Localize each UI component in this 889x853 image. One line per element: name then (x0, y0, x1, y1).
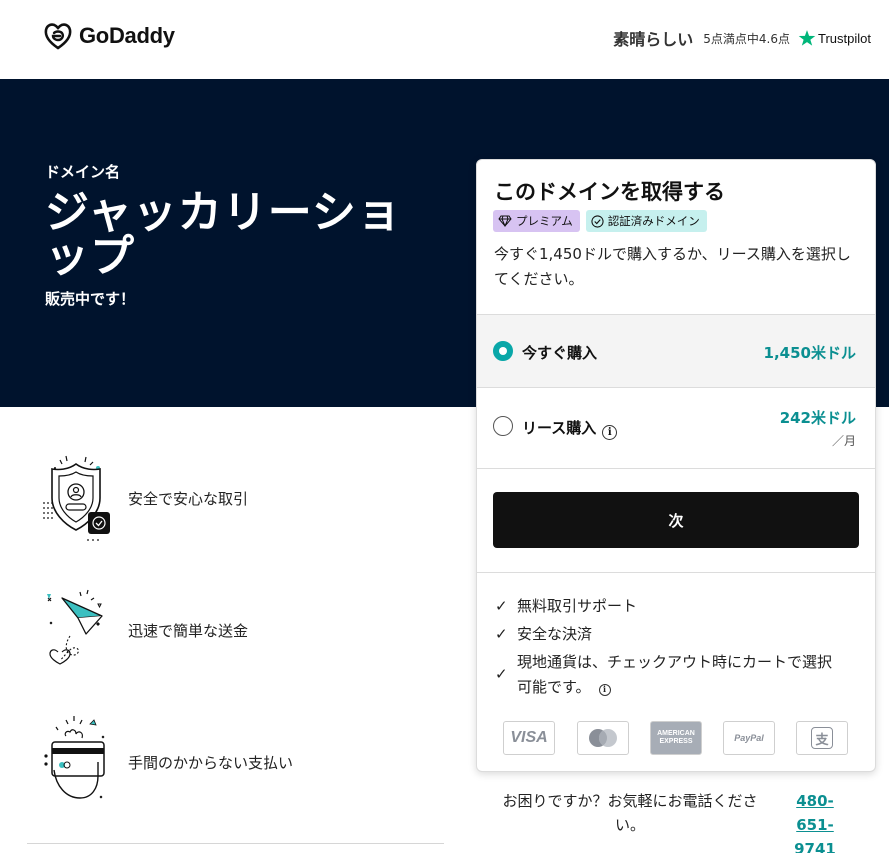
benefit-text: 現地通貨は、チェックアウト時にカートで選択可能です。 (517, 653, 833, 696)
mastercard-icon (589, 729, 617, 747)
lease-label-group: リース購入 i (522, 417, 618, 440)
benefit-text-group: 現地通貨は、チェックアウト時にカートで選択可能です。 i (517, 650, 845, 700)
check-icon: ✓ (495, 665, 508, 683)
phone-link[interactable]: 480-651-9741 (780, 789, 850, 853)
card-title: このドメインを取得する (494, 180, 725, 204)
feature-fast-transfer: 迅速で簡単な送金 (40, 580, 440, 680)
next-button[interactable]: 次 (493, 492, 859, 548)
verified-domain-badge: 認証済みドメイン (585, 210, 707, 232)
feature-easy-payment: 手間のかからない支払い (40, 712, 440, 812)
feature-text: 迅速で簡単な送金 (128, 621, 249, 640)
amex-text: AMERICAN EXPRESS (657, 730, 695, 746)
alipay-glyph: 支 (815, 732, 829, 748)
godaddy-logo[interactable]: GoDaddy (43, 22, 175, 50)
domain-name-title: ジャッカリーショップ (45, 187, 402, 282)
feature-secure-transaction: 安全で安心な取引 (40, 448, 440, 548)
amex-line1: AMERICAN (657, 730, 695, 737)
verified-badge-label: 認証済みドメイン (607, 214, 700, 228)
paper-plane-icon (47, 589, 103, 665)
check-icon: ✓ (495, 625, 508, 643)
feature-text: 手間のかからない支払い (128, 753, 294, 772)
card-description: 今すぐ1,450ドルで購入するか、リース購入を選択してください。 (494, 245, 851, 288)
check-icon: ✓ (495, 597, 508, 615)
divider (477, 572, 875, 573)
premium-badge-label: プレミアム (516, 214, 573, 228)
amex-line2: EXPRESS (659, 738, 693, 745)
paypal-text: PayPal (734, 733, 764, 743)
option-buy-now[interactable]: 今すぐ購入 1,450米ドル (477, 314, 875, 387)
alipay-icon: 支 (811, 727, 833, 749)
benefit-item: ✓ 安全な決済 (495, 622, 592, 647)
info-icon[interactable]: i (602, 425, 618, 440)
benefit-item: ✓ 現地通貨は、チェックアウト時にカートで選択可能です。 i (495, 650, 845, 700)
secure-shield-icon (43, 455, 110, 541)
benefit-text: 安全な決済 (517, 625, 593, 643)
feature-text: 安全で安心な取引 (128, 489, 249, 508)
trustpilot-star-icon (798, 30, 816, 46)
paypal-logo: PayPal (723, 721, 775, 755)
logo-text: GoDaddy (79, 23, 175, 48)
help-text: お困りですか？お気軽にお電話ください。 (502, 792, 758, 834)
sale-status: 販売中です！ (45, 290, 136, 308)
site-header: GoDaddy 素晴らしい 5点満点中4.6点 Trustpilot (0, 0, 889, 79)
visa-logo: VISA (503, 721, 555, 755)
benefit-text: 無料取引サポート (517, 597, 638, 615)
info-icon[interactable]: i (598, 683, 611, 696)
buy-now-label: 今すぐ購入 (522, 344, 598, 362)
buy-now-price: 1,450米ドル (763, 344, 856, 362)
option-lease[interactable]: リース購入 i 242米ドル ／月 (477, 387, 875, 468)
premium-badge: プレミアム (493, 210, 580, 232)
badge-row: プレミアム 認証済みドメイン (493, 210, 713, 232)
amex-logo: AMERICAN EXPRESS (650, 721, 702, 755)
mastercard-logo (577, 721, 629, 755)
card-payment-icon (44, 716, 105, 799)
trustpilot-score: 5点満点中4.6点 (703, 31, 791, 46)
purchase-card: このドメインを取得する プレミアム 認証済みドメイン 今すぐ1,450ドルで購入… (476, 159, 876, 772)
diamond-icon (498, 215, 512, 227)
divider (477, 468, 875, 469)
verified-check-icon (591, 214, 604, 228)
hero-label: ドメイン名 (45, 163, 121, 181)
trustpilot-rating-label: 素晴らしい (613, 30, 694, 49)
trustpilot-brand: Trustpilot (818, 30, 871, 46)
lease-label: リース購入 (522, 419, 597, 437)
godaddy-logo-icon (44, 23, 72, 50)
benefit-item: ✓ 無料取引サポート (495, 594, 637, 619)
visa-text: VISA (510, 729, 548, 746)
lease-radio[interactable] (493, 416, 513, 436)
buy-now-radio[interactable] (493, 341, 513, 361)
divider (27, 843, 444, 844)
lease-price: 242米ドル (779, 409, 856, 427)
alipay-logo: 支 (796, 721, 848, 755)
lease-per-month: ／月 (831, 434, 856, 448)
trustpilot-rating[interactable]: 素晴らしい 5点満点中4.6点 Trustpilot (613, 26, 871, 50)
